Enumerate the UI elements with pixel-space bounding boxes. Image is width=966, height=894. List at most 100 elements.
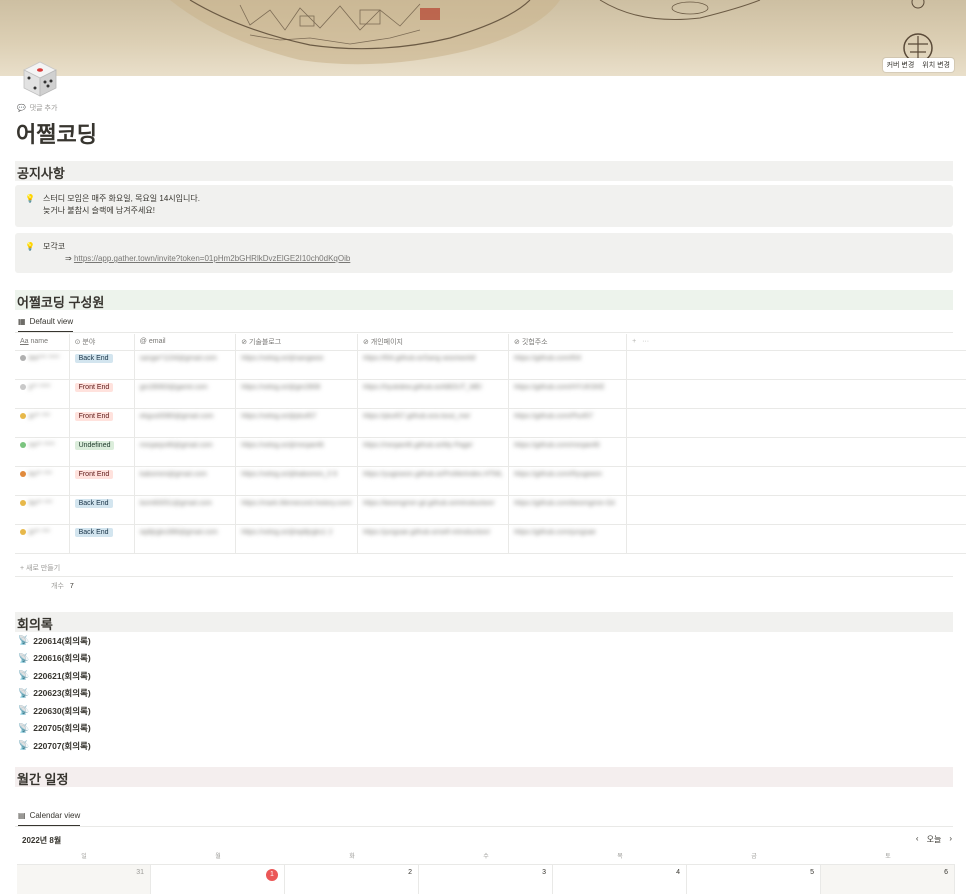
cell-personal-page[interactable]: https://beomgmin-gil.github.io/introduct… [357,495,510,525]
change-cover-button[interactable]: 커버 변경 [883,58,919,72]
text-property-icon: Aa [20,338,29,346]
cell-field[interactable]: Back End [69,524,135,554]
callout-study-schedule[interactable]: 💡 스터디 모임은 매주 화요일, 목요일 14시입니다. 늦거나 불참시 슬랙… [15,185,953,227]
add-column-button[interactable]: + ··· [626,334,966,351]
minutes-page-link[interactable]: 📡 220614(회의록) [18,632,91,650]
cell-name[interactable]: ji** **** [15,379,70,409]
table-row[interactable]: ko** *** Front End kabomini@gmail.com https… [15,466,966,496]
cell-github[interactable]: https://github.com/jungsae [508,524,628,554]
cell-empty [626,437,966,467]
cell-email[interactable]: minjaejo46@gmail.com [134,437,237,467]
cell-field[interactable]: Front End [69,408,135,438]
cell-name[interactable]: jo** *** [15,524,70,554]
cell-field[interactable]: Front End [69,466,135,496]
minutes-heading[interactable]: 회의록 [15,612,953,632]
notice-heading[interactable]: 공지사항 [15,161,953,181]
row-count[interactable]: 개수 7 [15,576,953,595]
arrow-icon: ⇒ [65,254,72,263]
chevron-left-icon[interactable]: ‹ [916,834,919,845]
table-row[interactable]: ji** **** Front End gin28083@gamil.com http… [15,379,966,409]
page-cover[interactable]: 커버 변경 위치 변경 [0,0,966,76]
cell-email[interactable]: kabomini@gmail.com [134,466,237,496]
tab-default-view[interactable]: ▦ Default view [18,317,74,333]
cell-personal-page[interactable]: https://jungsae.github.io/self-introduct… [357,524,510,554]
minutes-page-link[interactable]: 📡 220623(회의록) [18,685,91,703]
cell-github[interactable]: https://github.com/Plu457 [508,408,628,438]
calendar-day-cell[interactable]: 3 [419,865,553,894]
tab-calendar-view[interactable]: ▤ Calendar view [18,811,81,827]
cell-blog[interactable]: https://velog.io/@sangwoo [235,350,358,380]
calendar-heading[interactable]: 월간 일정 [15,767,953,787]
cell-email[interactable]: gin28083@gamil.com [134,379,237,409]
minutes-page-link[interactable]: 📡 220630(회의록) [18,702,91,720]
cell-field[interactable]: Front End [69,379,135,409]
calendar-day-cell[interactable]: 2 [285,865,419,894]
gather-town-link[interactable]: https://app.gather.town/invite?token=01p… [74,254,350,263]
calendar-day-cell[interactable]: 4 [553,865,687,894]
cell-personal-page[interactable]: https://yugiswon.github.io/Profile/index… [357,466,510,496]
cell-name[interactable]: ko** *** [15,466,70,496]
new-row-button[interactable]: + 새로 만들기 [20,563,60,573]
callout-mogakco[interactable]: 💡 모각코 ⇒ https://app.gather.town/invite?t… [15,233,953,273]
today-marker: 1 [266,869,278,881]
column-header-github[interactable]: ⊘ 깃헙주소 [508,334,628,351]
cell-email[interactable]: bom60051@gmail.com [134,495,237,525]
table-row[interactable]: bo** *** Back End bom60051@gmail.com https:… [15,495,966,525]
calendar-day-cell[interactable]: 1 [151,865,285,894]
cell-blog[interactable]: https://mark.Memecord.history.com/ [235,495,358,525]
minutes-page-link[interactable]: 📡 220707(회의록) [18,737,91,755]
minutes-page-link[interactable]: 📡 220621(회의록) [18,667,91,685]
chevron-right-icon[interactable]: › [949,834,952,845]
reposition-cover-button[interactable]: 위치 변경 [918,58,954,72]
cell-personal-page[interactable]: https://plu457.github.io/a bout_me/ [357,408,510,438]
column-header-email[interactable]: @ email [134,334,237,351]
cell-email[interactable]: ekguo0080@gmail.com [134,408,237,438]
cell-name[interactable]: bo** *** [15,495,70,525]
cell-field[interactable]: Undefined [69,437,135,467]
calendar-day-cell[interactable]: 31 [17,865,151,894]
table-row[interactable]: jo** *** Front End ekguo0080@gmail.com http… [15,408,966,438]
cell-name[interactable]: mi** **** [15,437,70,467]
column-header-name[interactable]: Aa name [15,334,70,351]
page-title[interactable]: 어쩔코딩 [16,117,97,149]
cell-github[interactable]: https://github.com/Ryugiwon [508,466,628,496]
column-header-personal-page[interactable]: ⊘ 개인페이지 [357,334,510,351]
cell-field[interactable]: Back End [69,350,135,380]
cell-personal-page[interactable]: https://minjae46.github.io/My-Page/ [357,437,510,467]
cell-blog[interactable]: https://velog.io/@gin2808 [235,379,358,409]
members-table: Aa name ⊙ 분야 @ email ⊘ 기술블로그 ⊘ 개인페이지 ⊘ 깃… [15,334,966,554]
minutes-page-link[interactable]: 📡 220616(회의록) [18,650,91,668]
minutes-page-link[interactable]: 📡 220705(회의록) [18,720,91,738]
members-heading[interactable]: 어쩔코딩 구성원 [15,290,953,310]
field-tag: Front End [74,469,114,479]
table-icon: ▦ [18,317,26,326]
cell-email[interactable]: wjdtjrgks388@gmail.com [134,524,237,554]
dice-icon[interactable] [16,56,60,100]
cell-blog[interactable]: https://velog.io/@minjae46 [235,437,358,467]
cell-personal-page[interactable]: https://f04.github.io/Sang woo/world/ [357,350,510,380]
cell-name[interactable]: lee*** **** [15,350,70,380]
table-row[interactable]: jo** *** Back End wjdtjrgks388@gmail.com ht… [15,524,966,554]
cell-github[interactable]: https://github.com/minjae46 [508,437,628,467]
cell-github[interactable]: https://github.com/HYUKSKE [508,379,628,409]
calendar-day-cell[interactable]: 6 [821,865,955,894]
cell-github[interactable]: https://github.com/f04 [508,350,628,380]
cell-name[interactable]: jo** *** [15,408,70,438]
cell-field[interactable]: Back End [69,495,135,525]
table-row[interactable]: lee*** **** Back End sangw*1104@gmail.com h… [15,350,966,380]
minutes-title: 220630(회의록) [33,705,91,716]
cell-email[interactable]: sangw*1104@gmail.com [134,350,237,380]
calendar-day-cell[interactable]: 5 [687,865,821,894]
column-header-field[interactable]: ⊙ 분야 [69,334,135,351]
cell-blog[interactable]: https://velog.io/@kabomini_0 9 [235,466,358,496]
cell-personal-page[interactable]: https://hyukdew.github.io/ABOUT_ME/ [357,379,510,409]
today-button[interactable]: 오늘 [927,834,942,845]
cell-github[interactable]: https://github.com/beomgmin-Gil [508,495,628,525]
column-header-blog[interactable]: ⊘ 기술블로그 [235,334,358,351]
cell-blog[interactable]: https://velog.io/@plu457 [235,408,358,438]
weekday-label: 수 [483,854,489,860]
cell-blog[interactable]: https://velog.io/@wjdtjrgks1 2 [235,524,358,554]
add-comment-button[interactable]: 💬 댓글 추가 [17,103,57,113]
minutes-list: 📡 220614(회의록) 📡 220616(회의록) 📡 220621(회의록) 📡 220… [18,632,91,755]
table-row[interactable]: mi** **** Undefined minjaejo46@gmail.com ht… [15,437,966,467]
